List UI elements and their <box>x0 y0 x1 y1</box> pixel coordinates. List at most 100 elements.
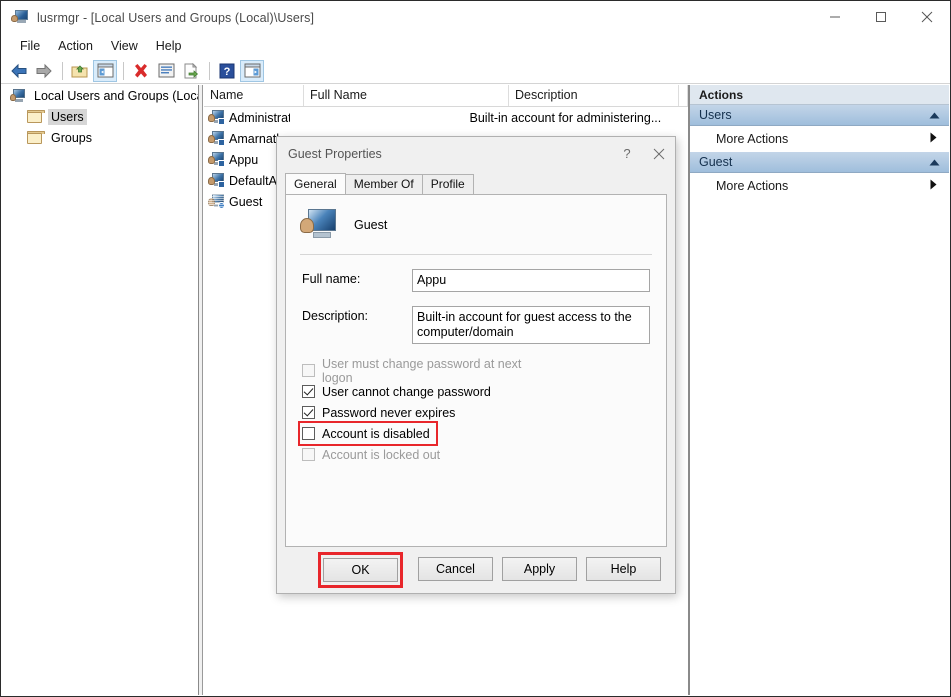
dialog-body: General Member Of Profile Guest Full nam… <box>285 173 667 547</box>
checkbox-account-is-locked-out <box>302 448 315 461</box>
chevron-up-icon[interactable] <box>929 155 940 169</box>
tab-member-of[interactable]: Member Of <box>344 174 423 194</box>
window-controls <box>812 1 950 34</box>
ok-button-highlight: OK <box>318 552 403 588</box>
row-name: Guest <box>229 194 263 209</box>
folder-icon <box>27 131 45 144</box>
menu-action[interactable]: Action <box>49 37 102 55</box>
checkbox-row-account-is-disabled[interactable]: Account is disabled <box>298 421 438 446</box>
guest-properties-dialog: Guest Properties ? General Member Of Pro… <box>276 136 676 594</box>
chevron-up-icon[interactable] <box>929 108 940 122</box>
row-description: Built-in account for administering... <box>469 110 662 125</box>
tab-panel-general: Guest Full name: Appu Description: Built… <box>285 194 667 547</box>
pane-splitter[interactable] <box>199 85 203 695</box>
actions-item-more-actions-guest[interactable]: More Actions <box>690 173 949 199</box>
actions-group-header-guest[interactable]: Guest <box>690 152 949 173</box>
submenu-arrow-icon <box>930 132 937 146</box>
tree-root-label: Local Users and Groups (Local) <box>34 88 199 103</box>
close-button[interactable] <box>904 1 950 33</box>
field-description-label: Description: <box>302 309 368 323</box>
user-disabled-icon <box>208 194 225 209</box>
user-icon <box>208 173 225 188</box>
checkbox-row-password-never-expires[interactable]: Password never expires <box>302 402 532 423</box>
tab-profile[interactable]: Profile <box>421 174 474 194</box>
actions-group-label: Users <box>699 108 732 122</box>
title-bar: lusrmgr - [Local Users and Groups (Local… <box>1 1 950 34</box>
menu-file[interactable]: File <box>11 37 49 55</box>
user-icon <box>208 152 225 167</box>
column-header-description[interactable]: Description <box>509 85 679 106</box>
checkbox-label: User cannot change password <box>322 384 491 399</box>
field-description: Description: Built-in account for guest … <box>302 306 650 344</box>
tree-root-local-users-and-groups[interactable]: Local Users and Groups (Local) <box>2 85 198 106</box>
checkbox-row-user-must-change-password: User must change password at next logon <box>302 357 532 385</box>
column-header-name[interactable]: Name <box>204 85 304 106</box>
export-list-icon[interactable] <box>179 60 203 82</box>
actions-pane-title: Actions <box>690 85 949 105</box>
monitor-user-icon <box>300 209 336 241</box>
menu-bar: File Action View Help <box>1 34 950 58</box>
maximize-button[interactable] <box>858 1 904 33</box>
minimize-button[interactable] <box>812 1 858 33</box>
table-row[interactable]: Administrator Built-in account for admin… <box>204 107 688 128</box>
actions-group-header-users[interactable]: Users <box>690 105 949 126</box>
show-hide-tree-icon[interactable] <box>93 59 117 82</box>
delete-icon[interactable] <box>129 60 153 82</box>
checkbox-user-cannot-change-password[interactable] <box>302 385 315 398</box>
field-full-name-label: Full name: <box>302 272 361 286</box>
app-icon <box>11 9 29 27</box>
actions-group-label: Guest <box>699 155 733 169</box>
actions-item-more-actions-users[interactable]: More Actions <box>690 126 949 152</box>
back-icon[interactable] <box>7 60 31 82</box>
checkbox-row-user-cannot-change-password[interactable]: User cannot change password <box>302 381 532 402</box>
up-folder-icon[interactable] <box>68 60 92 82</box>
column-header-full-name[interactable]: Full Name <box>304 85 509 106</box>
apply-button[interactable]: Apply <box>502 557 577 581</box>
row-name: Administrator <box>229 110 290 125</box>
user-icon <box>208 110 225 125</box>
submenu-arrow-icon <box>930 179 937 193</box>
menu-view[interactable]: View <box>102 37 147 55</box>
checkbox-row-account-is-locked-out: Account is locked out <box>302 444 532 465</box>
checkbox-label: Account is disabled <box>322 426 430 441</box>
dialog-button-row: OK Cancel Apply Help <box>285 552 667 588</box>
toolbar: ? <box>1 58 950 84</box>
properties-icon[interactable] <box>154 60 178 82</box>
ok-button[interactable]: OK <box>323 558 398 582</box>
dialog-title: Guest Properties <box>288 146 382 161</box>
account-options-group: User must change password at next logon … <box>298 357 666 465</box>
folder-icon <box>27 110 45 123</box>
account-name: Guest <box>354 218 388 232</box>
toolbar-separator <box>123 61 124 80</box>
tree-item-groups[interactable]: Groups <box>2 127 198 148</box>
forward-icon[interactable] <box>32 60 56 82</box>
help-button[interactable]: Help <box>586 557 661 581</box>
cancel-button[interactable]: Cancel <box>418 557 493 581</box>
toolbar-separator <box>209 61 210 80</box>
divider <box>300 254 652 255</box>
dialog-help-button[interactable]: ? <box>611 139 643 169</box>
checkbox-account-is-disabled[interactable] <box>302 427 315 440</box>
tree-item-users[interactable]: Users <box>2 106 198 127</box>
actions-pane: Actions Users More Actions Guest More Ac… <box>689 85 949 695</box>
svg-text:?: ? <box>224 66 231 78</box>
show-action-pane-icon[interactable] <box>240 59 264 82</box>
full-name-input[interactable]: Appu <box>412 269 650 292</box>
field-full-name: Full name: Appu <box>302 269 650 292</box>
actions-item-label: More Actions <box>716 132 789 146</box>
tree-item-users-label: Users <box>48 108 87 125</box>
row-name: Appu <box>229 152 259 167</box>
console-tree-pane: Local Users and Groups (Local) Users Gro… <box>2 85 199 695</box>
checkbox-password-never-expires[interactable] <box>302 406 315 419</box>
description-input[interactable]: Built-in account for guest access to the… <box>412 306 650 344</box>
help-icon[interactable]: ? <box>215 60 239 82</box>
tab-general[interactable]: General <box>285 173 346 194</box>
dialog-close-button[interactable] <box>643 139 675 169</box>
checkbox-label: Account is locked out <box>322 447 441 462</box>
menu-help[interactable]: Help <box>147 37 191 55</box>
column-header-filler <box>679 85 688 106</box>
dialog-title-bar: Guest Properties ? <box>277 137 675 170</box>
window-title: lusrmgr - [Local Users and Groups (Local… <box>37 10 315 25</box>
computer-icon <box>10 88 26 103</box>
checkbox-label: Password never expires <box>322 405 456 420</box>
